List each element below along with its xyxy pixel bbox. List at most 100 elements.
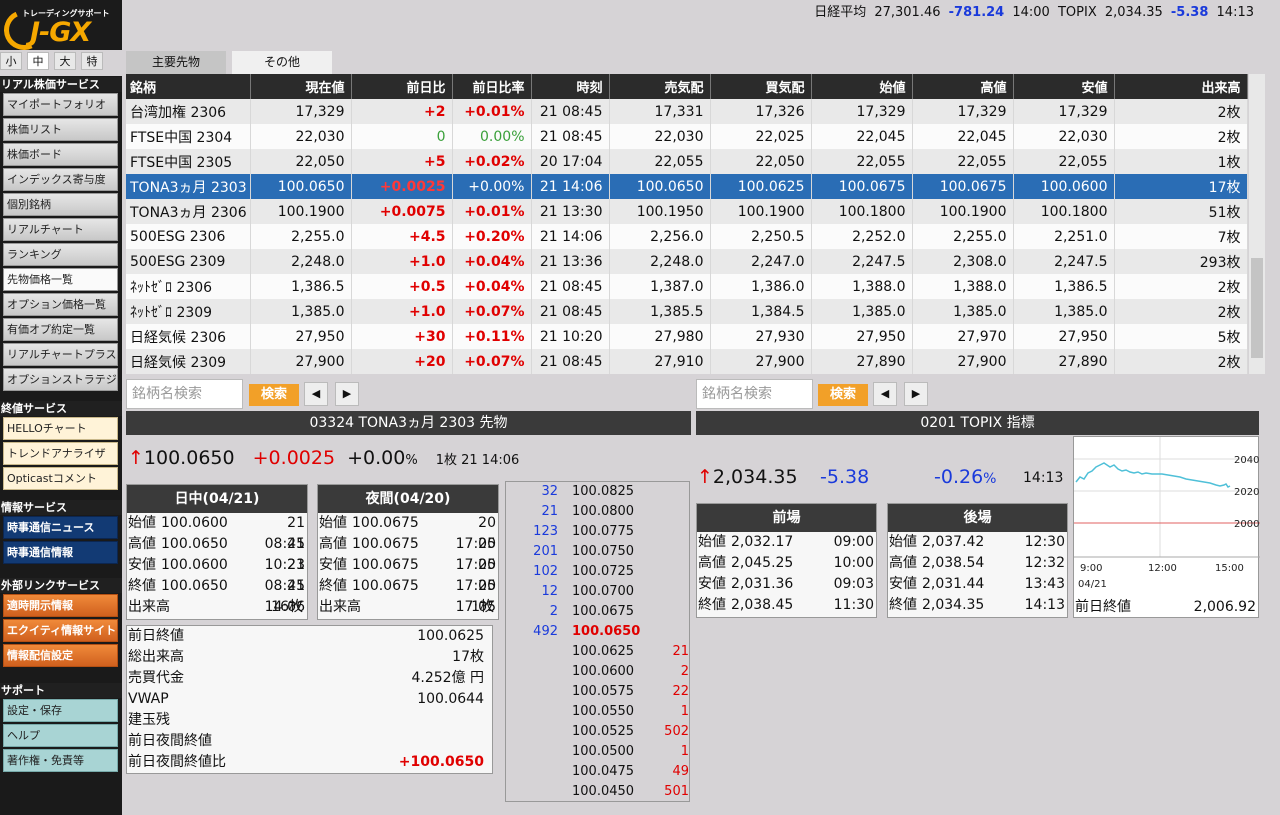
table-row[interactable]: FTSE中国 2305 22,050 +5 +0.02% 20 17:04 22,055 2…	[126, 149, 1248, 174]
size-medium-button[interactable]: 中	[27, 52, 49, 70]
table-cell: +0.01%	[452, 199, 532, 224]
table-cell: 1,385.0	[1013, 299, 1115, 324]
right-prev-button[interactable]: ◀	[873, 382, 897, 406]
ask-quantity: 502	[664, 724, 689, 739]
orderbook-row: 100.0625 21	[506, 642, 691, 662]
orderbook-row: 100.0575 22	[506, 682, 691, 702]
table-cell: 27,930	[710, 324, 812, 349]
column-header: 買気配	[710, 74, 812, 99]
app-logo: トレーディングサポート J-GX	[0, 0, 122, 56]
table-cell: 17,329	[1013, 99, 1115, 124]
price-level: 100.0650	[572, 624, 641, 639]
table-row[interactable]: 日経気候 2306 27,950 +30 +0.11% 21 10:20 27,980 27…	[126, 324, 1248, 349]
table-cell: 22,055	[912, 149, 1014, 174]
price-level: 100.0525	[572, 724, 635, 739]
sidebar-item[interactable]: 有価オプ約定一覧	[3, 318, 118, 341]
table-cell: 2枚	[1114, 124, 1248, 149]
table-cell: 2枚	[1114, 99, 1248, 124]
table-cell: +0.20%	[452, 224, 532, 249]
right-search-input[interactable]: 銘柄名検索	[696, 379, 813, 409]
ask-quantity: 22	[672, 684, 689, 699]
left-prev-button[interactable]: ◀	[304, 382, 328, 406]
left-search-input[interactable]: 銘柄名検索	[126, 379, 243, 409]
sidebar-item[interactable]: オプションストラテジ	[3, 368, 118, 391]
topix-time: 14:13	[1216, 5, 1254, 20]
table-cell: 27,900	[250, 349, 352, 374]
sidebar-item[interactable]: 株価リスト	[3, 118, 118, 141]
sidebar-item[interactable]: リアルチャートプラス	[3, 343, 118, 366]
right-time: 14:13	[1023, 470, 1064, 486]
night-session-title: 夜間(04/20)	[318, 485, 498, 513]
volume-value: 16枚	[271, 599, 303, 615]
sidebar-item[interactable]: 情報配信設定	[3, 644, 118, 667]
table-cell: +1.0	[351, 299, 453, 324]
table-scrollbar[interactable]	[1249, 74, 1265, 374]
detail-label: 建玉残	[128, 712, 170, 728]
table-row[interactable]: 500ESG 2306 2,255.0 +4.5 +0.20% 21 14:06 2,25…	[126, 224, 1248, 249]
tab-other[interactable]: その他	[232, 51, 332, 74]
row-label: 終値	[698, 597, 726, 613]
left-next-button[interactable]: ▶	[335, 382, 359, 406]
session-row: 安値 100.0600 21 08:45	[127, 555, 307, 594]
sidebar-item[interactable]: 株価ボード	[3, 143, 118, 166]
row-label: 高値	[128, 536, 156, 552]
sidebar-item[interactable]: オプション価格一覧	[3, 293, 118, 316]
sidebar-item[interactable]: 時事通信ニュース	[3, 516, 118, 539]
row-time: 20 17:05	[455, 578, 496, 615]
sidebar-item[interactable]: 適時開示情報	[3, 594, 118, 617]
table-row[interactable]: ﾈｯﾄｾﾞﾛ 2309 1,385.0 +1.0 +0.07% 21 08:45 1,38…	[126, 299, 1248, 324]
row-value: 2,031.44	[922, 576, 985, 592]
row-value: 100.0650	[161, 536, 228, 552]
table-row[interactable]: 台湾加権 2306 17,329 +2 +0.01% 21 08:45 17,331 17,…	[126, 99, 1248, 124]
left-search-button[interactable]: 検索	[249, 384, 299, 406]
sidebar-item[interactable]: HELLOチャート	[3, 417, 118, 440]
detail-label: 売買代金	[128, 670, 184, 686]
sidebar-item[interactable]: 個別銘柄	[3, 193, 118, 216]
price-level: 100.0750	[572, 544, 635, 559]
table-row[interactable]: TONA3ヵ月 2306 100.1900 +0.0075 +0.01% 21 13:3…	[126, 199, 1248, 224]
table-cell: 1,385.0	[811, 299, 913, 324]
scrollbar-thumb[interactable]	[1251, 258, 1263, 358]
table-row[interactable]: TONA3ヵ月 2303 100.0650 +0.0025 +0.00% 21 14:0…	[126, 174, 1248, 199]
font-size-selector: 小 中 大 特	[0, 52, 122, 70]
orderbook-row: 102 100.0725	[506, 562, 691, 582]
sidebar-item[interactable]: リアルチャート	[3, 218, 118, 241]
column-header: 出来高	[1114, 74, 1248, 99]
left-change: +0.0025	[252, 447, 336, 469]
sidebar-item[interactable]: マイポートフォリオ	[3, 93, 118, 116]
table-cell: 27,890	[1013, 349, 1115, 374]
detail-label: 前日夜間終値	[128, 733, 212, 749]
sidebar-item[interactable]: 著作権・免責等	[3, 749, 118, 772]
session-row: 高値 100.0675 20 17:05	[318, 534, 498, 573]
detail-row: 前日終値 100.0625	[127, 626, 492, 647]
table-row[interactable]: FTSE中国 2304 22,030 0 0.00% 21 08:45 22,030 22,…	[126, 124, 1248, 149]
size-small-button[interactable]: 小	[0, 52, 22, 70]
table-row[interactable]: 日経気候 2309 27,900 +20 +0.07% 21 08:45 27,910 27…	[126, 349, 1248, 374]
right-search-button[interactable]: 検索	[818, 384, 868, 406]
morning-session-rows: 始値 2,032.17 09:00 高値 2,045.25 10:00 安値 2,031.36…	[697, 532, 876, 616]
bid-quantity: 12	[541, 584, 558, 599]
sidebar-item[interactable]: 先物価格一覧	[3, 268, 118, 291]
x-tick-1500: 15:00	[1215, 563, 1244, 574]
table-cell: 22,050	[710, 149, 812, 174]
sidebar-item[interactable]: 時事通信情報	[3, 541, 118, 564]
sidebar-item[interactable]: Opticastコメント	[3, 467, 118, 490]
sidebar-item[interactable]: 設定・保存	[3, 699, 118, 722]
row-time: 10:00	[833, 555, 874, 571]
size-xlarge-button[interactable]: 特	[81, 52, 103, 70]
sidebar-item[interactable]: トレンドアナライザ	[3, 442, 118, 465]
bid-quantity: 492	[533, 624, 558, 639]
table-row[interactable]: ﾈｯﾄｾﾞﾛ 2306 1,386.5 +0.5 +0.04% 21 08:45 1,38…	[126, 274, 1248, 299]
sidebar-item[interactable]: ランキング	[3, 243, 118, 266]
table-cell: 1,388.0	[912, 274, 1014, 299]
table-row[interactable]: 500ESG 2309 2,248.0 +1.0 +0.04% 21 13:36 2,24…	[126, 249, 1248, 274]
price-line	[1075, 462, 1231, 488]
sidebar-item[interactable]: エクイティ情報サイト	[3, 619, 118, 642]
sidebar-item[interactable]: インデックス寄与度	[3, 168, 118, 191]
table-cell: 1,386.5	[1013, 274, 1115, 299]
right-next-button[interactable]: ▶	[904, 382, 928, 406]
tab-major-futures[interactable]: 主要先物	[126, 51, 226, 74]
session-volume-row: 出来高 1枚	[318, 597, 498, 618]
size-large-button[interactable]: 大	[54, 52, 76, 70]
sidebar-item[interactable]: ヘルプ	[3, 724, 118, 747]
